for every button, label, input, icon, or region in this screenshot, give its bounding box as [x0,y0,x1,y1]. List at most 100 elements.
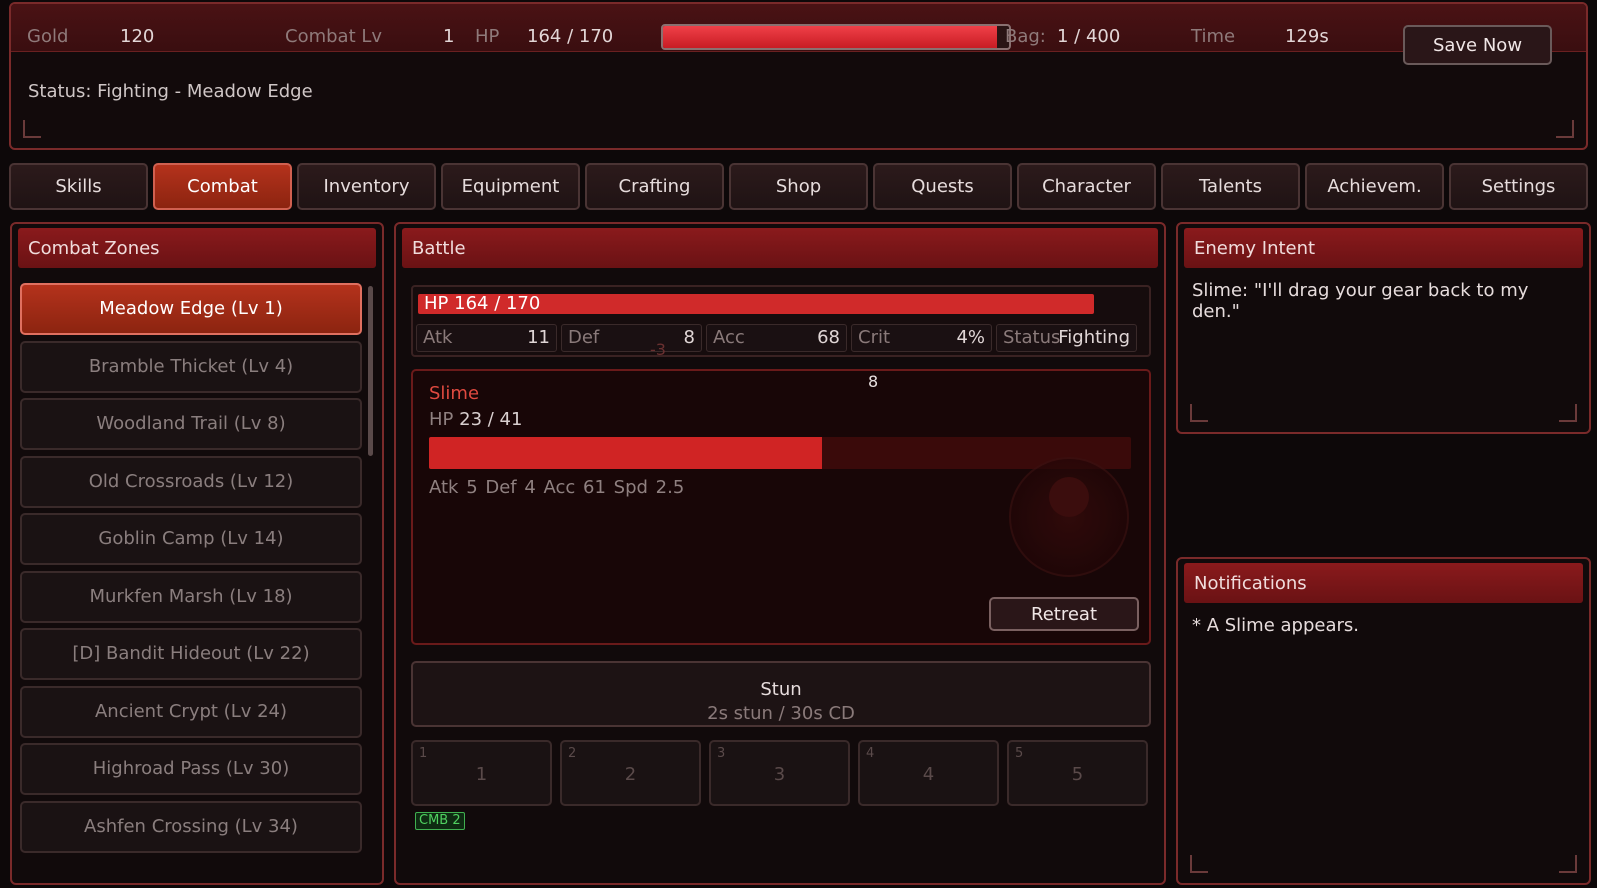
zone-item[interactable]: Old Crossroads (Lv 12) [20,455,362,508]
floating-number: 8 [868,372,879,391]
skill-slot-2[interactable]: 22 [560,740,701,806]
notification-item: * A Slime appears. [1192,615,1360,636]
tab-shop[interactable]: Shop [729,163,868,210]
stat-status: Status Fighting [996,324,1137,352]
zone-item[interactable]: Meadow Edge (Lv 1) [20,283,362,335]
panel-header: Enemy Intent [1184,228,1583,268]
enemy-hp-label: HP [429,409,454,430]
retreat-button[interactable]: Retreat [989,597,1139,631]
combat-level-label: Combat Lv [285,26,383,47]
panel-header: Notifications [1184,563,1583,603]
enemy-hp-fill [429,437,823,469]
resource-bar: Gold 120 Combat Lv 1 HP 164 / 170 Bag: 1… [11,4,1586,52]
panel-header: Battle [402,228,1158,268]
bag-label: Bag: [1005,26,1046,47]
floating-damage-number: -3 [650,340,666,359]
stat-label: Atk [423,327,453,348]
top-status-panel: Gold 120 Combat Lv 1 HP 164 / 170 Bag: 1… [9,2,1588,150]
slot-label: 1 [475,764,488,785]
slot-label: 4 [922,764,935,785]
hp-bar-fill [663,26,997,48]
zone-list-scrollbar[interactable] [368,286,373,456]
combo-badge: CMB 2 [415,812,465,830]
tab-equipment[interactable]: Equipment [441,163,580,210]
bag-value: 1 / 400 [1057,26,1121,47]
tab-skills[interactable]: Skills [9,163,148,210]
zone-item[interactable]: Goblin Camp (Lv 14) [20,513,362,565]
panel-header: Combat Zones [18,228,376,268]
enemy-stats: Atk 5 Def 4 Acc 61 Spd 2.5 [429,477,685,498]
tab-settings[interactable]: Settings [1449,163,1588,210]
zone-item[interactable]: Ancient Crypt (Lv 24) [20,685,362,738]
enemy-intent-panel: Enemy Intent Slime: "I'll drag your gear… [1176,222,1591,434]
tab-talents[interactable]: Talents [1161,163,1300,210]
time-label: Time [1191,26,1236,47]
hp-label: HP [475,26,500,47]
skill-slot-1[interactable]: 11 [411,740,552,806]
slot-label: 3 [773,764,786,785]
stat-acc: Acc 68 [706,324,847,352]
frame-corner [1556,120,1574,138]
gold-value: 120 [120,26,155,47]
stat-label: Status [1003,327,1061,348]
frame-corner [1559,404,1577,422]
save-now-button[interactable]: Save Now [1403,25,1552,65]
stat-label: Def [568,327,600,348]
enemy-target-icon [1009,457,1129,577]
slot-hotkey: 3 [717,746,726,761]
gold-label: Gold [27,26,69,47]
player-hp-bar: HP 164 / 170 [418,294,1094,314]
stat-atk: Atk 11 [416,324,557,352]
enemy-name: Slime [429,383,480,404]
tab-character[interactable]: Character [1017,163,1156,210]
tab-crafting[interactable]: Crafting [585,163,724,210]
panel-title: Enemy Intent [1194,238,1316,259]
zone-item[interactable]: Murkfen Marsh (Lv 18) [20,570,362,623]
panel-title: Combat Zones [28,238,160,259]
stat-value: 8 [683,327,695,348]
stat-def: Def 8 [561,324,702,352]
panel-title: Notifications [1194,573,1307,594]
slot-hotkey: 4 [866,746,875,761]
slot-label: 2 [624,764,637,785]
enemy-card: Slime HP 23 / 41 Atk 5 Def 4 Acc 61 Spd … [411,369,1151,645]
notifications-panel: Notifications * A Slime appears. [1176,557,1591,885]
zone-item[interactable]: [D] Bandit Hideout (Lv 22) [20,628,362,680]
stat-crit: Crit 4% [851,324,992,352]
stat-value: 68 [817,327,840,348]
tab-inventory[interactable]: Inventory [297,163,436,210]
skill-name: Stun [760,679,802,700]
skill-slot-4[interactable]: 44 [858,740,999,806]
skill-slot-5[interactable]: 55 [1007,740,1148,806]
skill-slot-3[interactable]: 33 [709,740,850,806]
tab-quests[interactable]: Quests [873,163,1012,210]
frame-corner [1190,404,1208,422]
zone-item[interactable]: Woodland Trail (Lv 8) [20,398,362,450]
slot-hotkey: 1 [419,746,428,761]
time-value: 129s [1285,26,1329,47]
panel-title: Battle [412,238,466,259]
stat-value: 4% [956,327,985,348]
enemy-hp-value: 23 / 41 [459,409,523,430]
stat-label: Acc [713,327,745,348]
status-text: Status: Fighting - Meadow Edge [28,81,313,102]
zone-item[interactable]: Ashfen Crossing (Lv 34) [20,800,362,853]
slot-hotkey: 2 [568,746,577,761]
frame-corner [1559,855,1577,873]
tab-combat[interactable]: Combat [153,163,292,210]
zone-item[interactable]: Highroad Pass (Lv 30) [20,743,362,795]
stat-value: 11 [527,327,550,348]
enemy-intent-text: Slime: "I'll drag your gear back to my d… [1192,280,1529,322]
frame-corner [23,120,41,138]
skill-description: 2s stun / 30s CD [707,703,855,724]
stat-label: Crit [858,327,891,348]
stun-skill-button[interactable]: Stun 2s stun / 30s CD [411,661,1151,727]
tab-achievem[interactable]: Achievem. [1305,163,1444,210]
hp-value: 164 / 170 [527,26,614,47]
slot-hotkey: 5 [1015,746,1024,761]
slot-label: 5 [1071,764,1084,785]
main-tabs: Skills Combat Inventory Equipment Crafting Sh… [9,163,1591,211]
zone-item[interactable]: Bramble Thicket (Lv 4) [20,340,362,393]
frame-corner [1190,855,1208,873]
enemy-hp-bar [429,437,1131,469]
